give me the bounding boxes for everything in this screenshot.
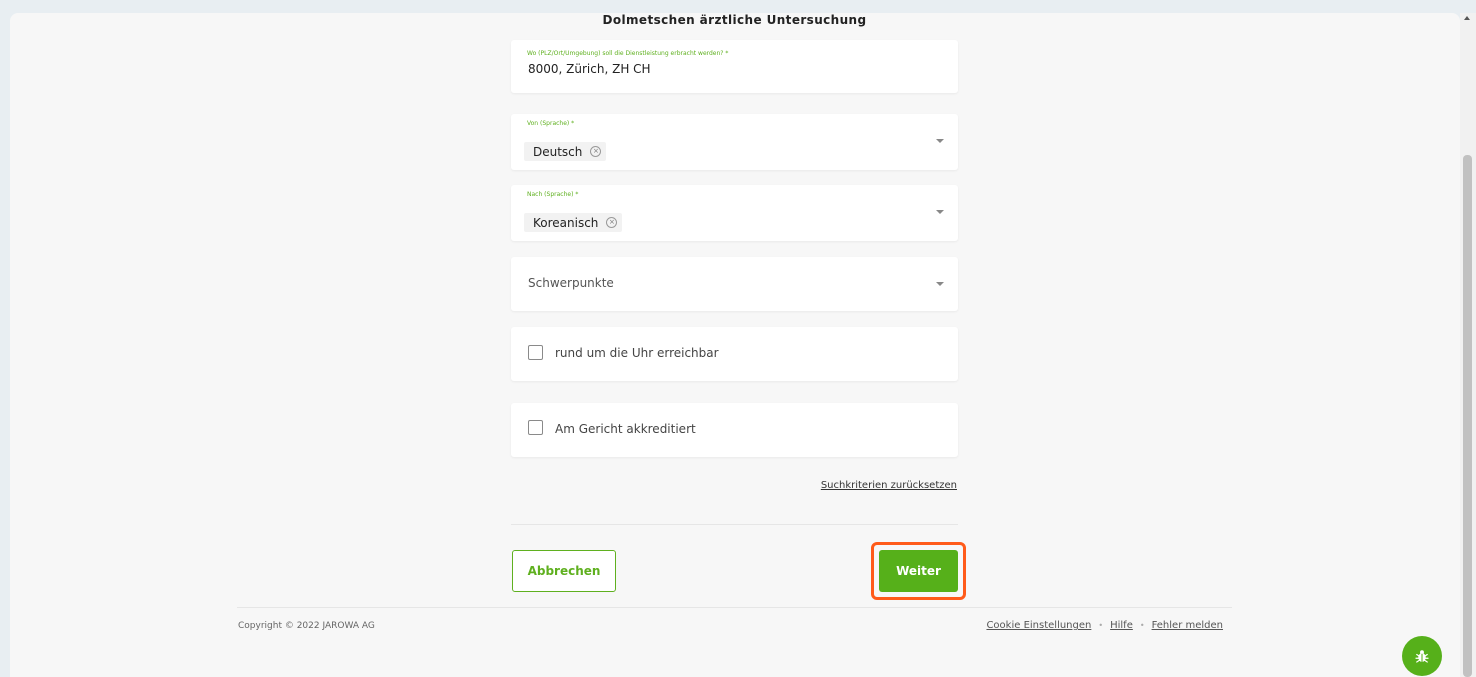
court-accredited-checkbox[interactable] xyxy=(528,420,543,435)
around-clock-label[interactable]: rund um die Uhr erreichbar xyxy=(555,346,719,360)
help-link[interactable]: Hilfe xyxy=(1110,620,1133,631)
chip-label: Koreanisch xyxy=(533,215,599,230)
scrollbar-thumb[interactable] xyxy=(1463,155,1472,677)
from-language-select[interactable]: Von (Sprache) * Deutsch × xyxy=(511,114,958,170)
circle-x-icon[interactable]: × xyxy=(590,146,602,157)
focus-placeholder: Schwerpunkte xyxy=(528,276,614,290)
from-language-chip[interactable]: Deutsch × xyxy=(524,142,607,161)
separator: • xyxy=(1098,621,1104,630)
around-clock-option[interactable]: rund um die Uhr erreichbar xyxy=(511,327,958,381)
cancel-button[interactable]: Abbrechen xyxy=(512,550,616,592)
copyright-text: Copyright © 2022 JAROWA AG xyxy=(238,621,375,631)
court-accredited-label[interactable]: Am Gericht akkreditiert xyxy=(555,422,696,436)
chevron-down-icon[interactable] xyxy=(936,210,944,214)
form-divider xyxy=(511,524,958,525)
next-button[interactable]: Weiter xyxy=(879,550,958,592)
page-title: Dolmetschen ärztliche Untersuchung xyxy=(602,13,867,27)
location-field[interactable]: Wo (PLZ/Ort/Umgebung) soll die Dienstlei… xyxy=(511,40,958,93)
report-error-link[interactable]: Fehler melden xyxy=(1152,620,1223,631)
scrollbar[interactable] xyxy=(1460,13,1476,677)
bug-icon xyxy=(1415,650,1429,663)
bug-report-button[interactable] xyxy=(1402,636,1442,676)
to-language-chip[interactable]: Koreanisch × xyxy=(524,213,623,232)
to-language-label: Nach (Sprache) * xyxy=(527,191,579,198)
reset-criteria-link[interactable]: Suchkriterien zurücksetzen xyxy=(821,480,957,491)
from-language-label: Von (Sprache) * xyxy=(527,120,575,127)
around-clock-checkbox[interactable] xyxy=(528,345,543,360)
chevron-down-icon[interactable] xyxy=(936,139,944,143)
to-language-select[interactable]: Nach (Sprache) * Koreanisch × xyxy=(511,185,958,241)
chip-label: Deutsch xyxy=(533,144,583,159)
footer-links: Cookie Einstellungen • Hilfe • Fehler me… xyxy=(986,620,1223,631)
chevron-down-icon[interactable] xyxy=(936,282,944,286)
court-accredited-option[interactable]: Am Gericht akkreditiert xyxy=(511,403,958,457)
location-input[interactable]: 8000, Zürich, ZH CH xyxy=(528,62,651,76)
separator: • xyxy=(1139,621,1145,630)
location-field-label: Wo (PLZ/Ort/Umgebung) soll die Dienstlei… xyxy=(527,50,729,57)
footer-divider xyxy=(237,607,1232,608)
circle-x-icon[interactable]: × xyxy=(606,217,618,228)
scroll-up-icon[interactable] xyxy=(1464,16,1470,20)
cookie-settings-link[interactable]: Cookie Einstellungen xyxy=(986,620,1091,631)
focus-select[interactable]: Schwerpunkte xyxy=(511,257,958,311)
